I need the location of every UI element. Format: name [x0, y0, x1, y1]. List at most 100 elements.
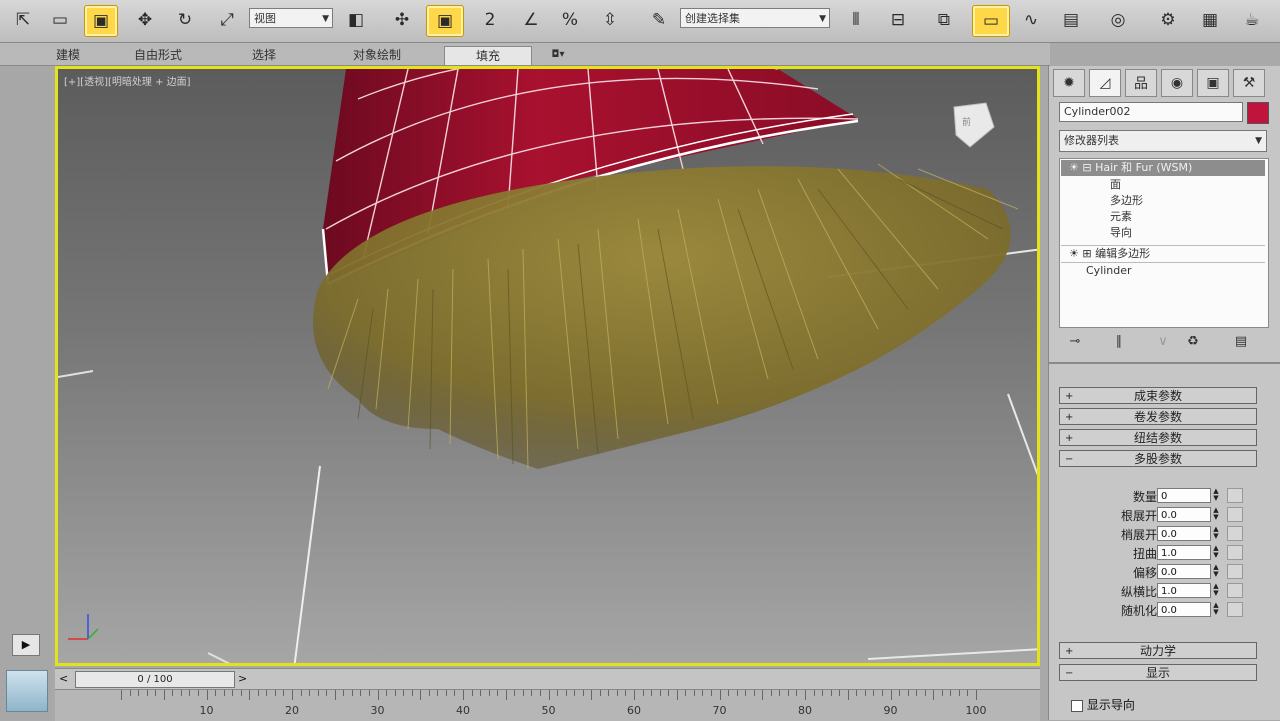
expand-icon[interactable]: ⊟ [1082, 161, 1091, 174]
ribbon-options-icon[interactable]: ◘▾ [540, 46, 576, 64]
stack-item-edit-poly[interactable]: ☀ ⊞ 编辑多边形 [1061, 245, 1265, 263]
modify-tab-icon[interactable]: ◿ [1089, 69, 1121, 97]
object-color-swatch[interactable] [1247, 102, 1269, 124]
time-slider[interactable]: < 0 / 100 > [55, 668, 1040, 689]
spinner-icon[interactable]: ▲ ▼ [1211, 545, 1221, 560]
param-tip-splay-input[interactable]: 0.0 [1157, 526, 1211, 541]
rollout-multistrand[interactable]: − 多股参数 [1059, 450, 1257, 467]
window-crossing-icon[interactable]: ▣ [84, 5, 118, 37]
ruler-tick [394, 690, 396, 696]
select-manipulate-icon[interactable]: ✣ [386, 5, 418, 35]
spinner-icon[interactable]: ▲ ▼ [1211, 564, 1221, 579]
display-guides-checkbox[interactable] [1071, 699, 1083, 712]
remove-modifier-icon[interactable]: ♻ [1181, 332, 1205, 352]
param-root-splay-input[interactable]: 0.0 [1157, 507, 1211, 522]
rendered-frame-icon[interactable]: ▦ [1192, 5, 1228, 35]
rect-selection-icon[interactable]: ▭ [44, 5, 76, 35]
named-selection-set-dropdown[interactable]: 创建选择集 ▼ [680, 8, 830, 28]
object-name-field[interactable]: Cylinder002 [1059, 102, 1243, 122]
render-setup-icon[interactable]: ⚙ [1150, 5, 1186, 35]
modifier-list-dropdown[interactable]: 修改器列表 ▼ [1059, 130, 1267, 152]
param-twist-input[interactable]: 1.0 [1157, 545, 1211, 560]
spinner-snap-icon[interactable]: ⇳ [592, 5, 628, 35]
param-root-splay-map-button[interactable] [1227, 507, 1243, 522]
stack-sub-guides[interactable]: 导向 [1110, 225, 1132, 241]
angle-snap-icon[interactable]: ∠ [514, 5, 548, 35]
graphite-ribbon-icon[interactable]: ▭ [972, 5, 1010, 37]
param-twist-map-button[interactable] [1227, 545, 1243, 560]
pin-stack-icon[interactable]: ⊸ [1063, 332, 1087, 352]
rollout-curl[interactable]: + 卷发参数 [1059, 408, 1257, 425]
make-unique-icon[interactable]: ∨ [1151, 332, 1175, 352]
rotate-icon[interactable]: ↻ [170, 5, 200, 35]
tab-selection[interactable]: 选择 [236, 46, 292, 64]
spinner-icon[interactable]: ▲ ▼ [1211, 526, 1221, 541]
lightbulb-icon[interactable]: ☀ [1069, 161, 1079, 174]
time-next-icon[interactable]: > [238, 672, 247, 685]
tab-populate[interactable]: 填充 [444, 46, 532, 65]
snap-toggle-icon[interactable]: 2 [472, 5, 508, 35]
spinner-icon[interactable]: ▲ ▼ [1211, 602, 1221, 617]
param-aspect-map-button[interactable] [1227, 583, 1243, 598]
time-slider-thumb[interactable]: 0 / 100 [75, 671, 235, 688]
param-offset-input[interactable]: 0.0 [1157, 564, 1211, 579]
param-count-map-button[interactable] [1227, 488, 1243, 503]
reference-coordinate-dropdown[interactable]: 视图 ▼ [249, 8, 333, 28]
spinner-icon[interactable]: ▲ ▼ [1211, 488, 1221, 503]
modifier-stack[interactable]: ☀ ⊟ Hair 和 Fur (WSM) 面 多边形 元素 导向 ☀ ⊞ 编辑多… [1059, 158, 1269, 328]
param-count-input[interactable]: 0 [1157, 488, 1211, 503]
tab-object-paint[interactable]: 对象绘制 [334, 46, 420, 64]
rollout-kink[interactable]: + 纽结参数 [1059, 429, 1257, 446]
ruler-tick [206, 690, 208, 700]
tab-modeling[interactable]: 建模 [40, 46, 96, 64]
stack-item-hair-fur[interactable]: ☀ ⊟ Hair 和 Fur (WSM) [1061, 160, 1265, 176]
param-randomize-input[interactable]: 0.0 [1157, 602, 1211, 617]
display-tab-icon[interactable]: ▣ [1197, 69, 1229, 97]
param-tip-splay-map-button[interactable] [1227, 526, 1243, 541]
keyboard-shortcut-override-icon[interactable]: ▣ [426, 5, 464, 37]
rollout-display[interactable]: − 显示 [1059, 664, 1257, 681]
show-end-result-icon[interactable]: ∥ [1107, 332, 1131, 352]
stack-sub-element[interactable]: 元素 [1110, 209, 1132, 225]
time-prev-icon[interactable]: < [59, 672, 68, 685]
utilities-tab-icon[interactable]: ⚒ [1233, 69, 1265, 97]
spinner-icon[interactable]: ▲ ▼ [1211, 583, 1221, 598]
material-editor-icon[interactable]: ◎ [1100, 5, 1136, 35]
pivot-center-icon[interactable]: ◧ [338, 5, 374, 35]
percent-snap-icon[interactable]: % [552, 5, 588, 35]
create-tab-icon[interactable]: ✹ [1053, 69, 1085, 97]
maxscript-listener-icon[interactable] [6, 670, 48, 712]
tab-freeform[interactable]: 自由形式 [120, 46, 196, 64]
param-aspect-input[interactable]: 1.0 [1157, 583, 1211, 598]
spinner-icon[interactable]: ▲ ▼ [1211, 507, 1221, 522]
curve-editor-icon[interactable]: ∿ [1014, 5, 1048, 35]
lightbulb-icon[interactable]: ☀ [1069, 247, 1079, 260]
stack-item-cylinder[interactable]: Cylinder [1086, 263, 1132, 279]
stack-sub-face[interactable]: 面 [1110, 177, 1121, 193]
param-randomize-map-button[interactable] [1227, 602, 1243, 617]
render-teapot-icon[interactable]: ☕ [1234, 5, 1270, 35]
edit-named-selection-icon[interactable]: ✎ [642, 5, 676, 35]
select-link-icon[interactable]: ⇱ [8, 5, 38, 35]
move-icon[interactable]: ✥ [130, 5, 160, 35]
play-icon[interactable]: ▶ [12, 634, 40, 656]
stack-sub-polygon[interactable]: 多边形 [1110, 193, 1143, 209]
schematic-view-icon[interactable]: ▤ [1054, 5, 1088, 35]
param-root-splay: 根展开 0.0 ▲ ▼ [1049, 506, 1280, 524]
hierarchy-tab-icon[interactable]: 品 [1125, 69, 1157, 97]
motion-tab-icon[interactable]: ◉ [1161, 69, 1193, 97]
viewcube[interactable]: 前 [953, 102, 995, 148]
expand-icon[interactable]: ⊞ [1082, 247, 1091, 260]
configure-sets-icon[interactable]: ▤ [1229, 332, 1253, 352]
param-offset-map-button[interactable] [1227, 564, 1243, 579]
track-bar-ruler[interactable]: 10 20 30 40 50 60 70 80 90 100 [55, 689, 1040, 721]
rollout-dynamics[interactable]: + 动力学 [1059, 642, 1257, 659]
rollout-frizz[interactable]: + 成束参数 [1059, 387, 1257, 404]
perspective-viewport[interactable]: [+][透视][明暗处理 + 边面] 前 [55, 66, 1040, 666]
align-icon[interactable]: ⊟ [880, 5, 916, 35]
layer-manager-icon[interactable]: ⧉ [926, 5, 962, 35]
ruler-tick [292, 690, 293, 700]
ruler-tick [377, 690, 379, 700]
mirror-icon[interactable]: ⫴ [838, 5, 874, 35]
scale-icon[interactable]: ⤢ [210, 5, 244, 35]
